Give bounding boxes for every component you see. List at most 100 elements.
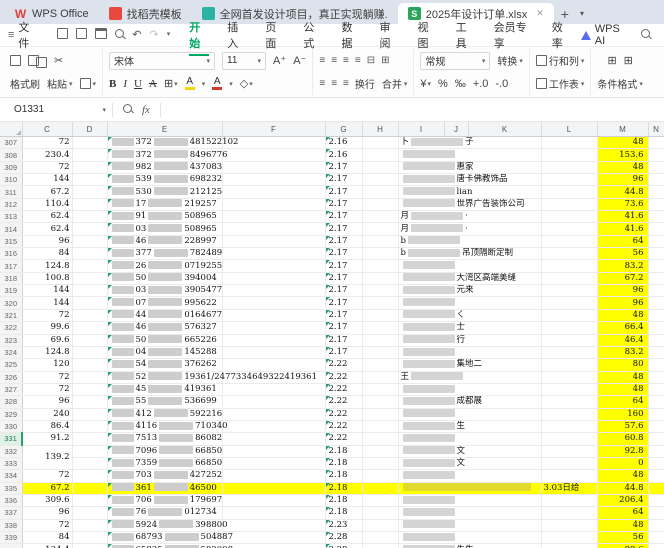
cell-f[interactable] [222, 408, 325, 420]
cell-c[interactable]: 309.6 [22, 494, 72, 506]
cell-f[interactable] [222, 322, 325, 334]
cell-customer-name[interactable]: 惠家 [398, 161, 541, 173]
cell-m-profit[interactable]: 60.8 [597, 433, 648, 445]
cell-l[interactable] [541, 297, 597, 309]
wrap-text-button[interactable]: 换行 [355, 76, 375, 91]
cell-e[interactable]: 07995622 [107, 297, 222, 309]
cell-l[interactable]: 3.03日给 [541, 482, 597, 494]
cell-m-profit[interactable]: 48 [597, 309, 648, 321]
cell-m-profit[interactable]: 44.8 [597, 482, 648, 494]
cell-n[interactable] [648, 174, 664, 186]
cell-m-profit[interactable]: 56 [597, 532, 648, 544]
cell-l[interactable] [541, 211, 597, 223]
cell-m-profit[interactable]: 80 [597, 359, 648, 371]
borders-button[interactable]: ⊞▾ [164, 77, 178, 90]
cell-f[interactable] [222, 494, 325, 506]
cell-d[interactable] [72, 297, 107, 309]
cell-l[interactable] [541, 371, 597, 383]
cell-customer-name[interactable]: 行 [398, 334, 541, 346]
cell-n[interactable] [648, 544, 664, 548]
cell-c[interactable]: 62.4 [22, 223, 72, 235]
cell-m-profit[interactable]: 48 [597, 383, 648, 395]
cell-l[interactable] [541, 359, 597, 371]
cell-customer-name[interactable]: 元来 [398, 285, 541, 297]
cell-f[interactable] [222, 174, 325, 186]
cell-e[interactable]: 703427252 [107, 470, 222, 482]
cell-g[interactable]: 2.18 [325, 445, 362, 457]
cell-c[interactable]: 96 [22, 235, 72, 247]
cell-e[interactable]: 17219257 [107, 198, 222, 210]
cell-g[interactable]: 2.18 [325, 457, 362, 469]
cell-f[interactable] [222, 211, 325, 223]
cell-m-profit[interactable]: 41.6 [597, 211, 648, 223]
chevron-down-icon[interactable]: ▾ [229, 80, 233, 88]
row-header[interactable]: 317 [0, 260, 22, 272]
name-box[interactable]: O1331 ▾ [0, 104, 112, 115]
column-header-J[interactable]: J [444, 122, 468, 137]
cell-d[interactable] [72, 383, 107, 395]
cell-m-profit[interactable]: 66.4 [597, 322, 648, 334]
column-header-K[interactable]: K [468, 122, 541, 137]
row-header[interactable]: 312 [0, 198, 22, 210]
cell-m-profit[interactable]: 64 [597, 507, 648, 519]
cell-n[interactable] [648, 297, 664, 309]
cell-c[interactable]: 230.4 [22, 149, 72, 161]
cell-h[interactable] [362, 532, 398, 544]
cell-customer-name[interactable]: 世界广告装饰公司 [398, 198, 541, 210]
cell-h[interactable] [362, 519, 398, 531]
cell-f[interactable] [222, 235, 325, 247]
cell-g[interactable]: 2.17 [325, 174, 362, 186]
cell-c[interactable]: 110.4 [22, 198, 72, 210]
cell-n[interactable] [648, 359, 664, 371]
cell-customer-name[interactable] [398, 507, 541, 519]
cell-m-profit[interactable]: 160 [597, 408, 648, 420]
cell-customer-name[interactable] [398, 408, 541, 420]
cell-g[interactable]: 2.17 [325, 260, 362, 272]
cell-d[interactable] [72, 285, 107, 297]
cell-customer-name[interactable]: 文 [398, 457, 541, 469]
cell-customer-name[interactable]: b [398, 235, 541, 247]
menu-item-效率[interactable]: 效率 [543, 16, 581, 54]
quick-access-chevron-icon[interactable]: ▾ [167, 28, 171, 42]
menu-item-开始[interactable]: 开始 [180, 16, 218, 54]
cell-m-profit[interactable]: 67.2 [597, 272, 648, 284]
comma-style-button[interactable]: ‰ [455, 78, 466, 90]
cell-n[interactable] [648, 149, 664, 161]
cell-g[interactable]: 2.28 [325, 544, 362, 548]
cell-f[interactable] [222, 248, 325, 260]
cell-l[interactable] [541, 285, 597, 297]
cell-e[interactable]: 706179697 [107, 494, 222, 506]
cell-g[interactable]: 2.16 [325, 137, 362, 149]
column-header-F[interactable]: F [222, 122, 325, 137]
table-style-icon[interactable]: ⊞ [624, 54, 633, 67]
cell-g[interactable]: 2.22 [325, 359, 362, 371]
row-header[interactable]: 338 [0, 519, 22, 531]
cell-n[interactable] [648, 494, 664, 506]
row-header[interactable]: 330 [0, 420, 22, 432]
row-header[interactable]: 322 [0, 322, 22, 334]
cell-customer-name[interactable]: 文 [398, 445, 541, 457]
cell-l[interactable] [541, 383, 597, 395]
cell-n[interactable] [648, 519, 664, 531]
cell-customer-name[interactable]: 唐卡佛教饰品 [398, 174, 541, 186]
cell-h[interactable] [362, 285, 398, 297]
cell-m-profit[interactable]: 48 [597, 137, 648, 149]
cell-c[interactable]: 72 [22, 161, 72, 173]
cell-g[interactable]: 2.22 [325, 396, 362, 408]
align-center-icon[interactable]: ≡ [331, 78, 336, 89]
cell-d[interactable] [72, 408, 107, 420]
cell-g[interactable]: 2.22 [325, 420, 362, 432]
cell-h[interactable] [362, 322, 398, 334]
cell-c[interactable]: 67.2 [22, 482, 72, 494]
cell-d[interactable] [72, 470, 107, 482]
save-icon[interactable] [57, 28, 68, 43]
cell-f[interactable] [222, 359, 325, 371]
cell-f[interactable] [222, 482, 325, 494]
cell-n[interactable] [648, 371, 664, 383]
indent-decrease-icon[interactable]: ≡ [355, 55, 360, 66]
percent-button[interactable]: % [438, 78, 448, 90]
cell-m-profit[interactable]: 96 [597, 297, 648, 309]
cell-e[interactable]: 91508965 [107, 211, 222, 223]
cell-l[interactable] [541, 137, 597, 149]
merge-cells-button[interactable]: 合并▾ [382, 76, 408, 91]
